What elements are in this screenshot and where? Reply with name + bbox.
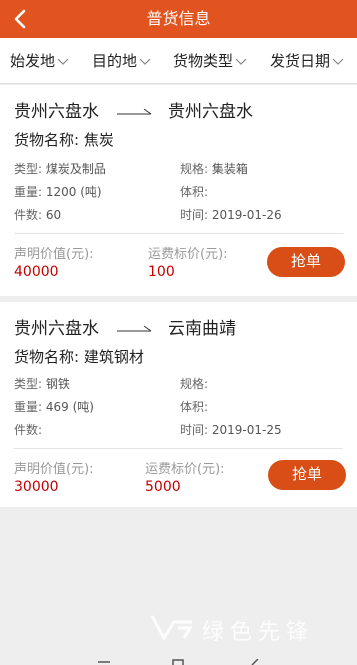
info-count-value: 60 (45, 208, 62, 222)
info-type-value: 钢铁 (45, 377, 70, 391)
grab-order-button[interactable]: 抢单 (268, 460, 346, 490)
info-type: 类型: 煤炭及制品 (14, 160, 106, 177)
info-weight: 重量: 1200 (吨) (14, 183, 102, 200)
system-nav-bar (0, 654, 357, 665)
info-type-value: 煤炭及制品 (45, 162, 106, 176)
menu-icon[interactable] (98, 659, 110, 665)
info-count-label: 件数: (14, 423, 43, 437)
info-time-label: 时间: (180, 208, 212, 222)
declared-value-label: 声明价值(元): (14, 462, 94, 477)
filter-origin[interactable]: 始发地 (10, 38, 69, 84)
watermark-text: 绿色先锋 (202, 620, 315, 645)
freight-price: 100 (148, 264, 175, 280)
grab-order-button[interactable]: 抢单 (267, 247, 345, 277)
goods-name: 货物名称: 建筑钢材 (14, 346, 144, 367)
info-time-value: 2019-01-25 (211, 423, 282, 437)
info-spec-value: 集装箱 (211, 162, 248, 176)
info-spec: 规格: (180, 375, 208, 392)
declared-value: 40000 (14, 264, 59, 280)
info-weight: 重量: 469 (吨) (14, 398, 94, 415)
chevron-down-icon (332, 58, 344, 66)
cargo-card[interactable]: 贵州六盘水 贵州六盘水 货物名称: 焦炭 类型: 煤炭及制品 规格: 集装箱 重… (0, 85, 357, 296)
chevron-down-icon (139, 58, 151, 66)
filter-ship-date-label: 发货日期 (270, 52, 331, 70)
info-time: 时间: 2019-01-26 (180, 206, 282, 223)
route: 贵州六盘水 贵州六盘水 (14, 97, 344, 122)
divider (14, 233, 343, 234)
route-destination: 贵州六盘水 (168, 102, 253, 122)
back-icon[interactable] (250, 659, 260, 665)
filter-destination[interactable]: 目的地 (92, 38, 151, 84)
info-weight-label: 重量: (14, 185, 46, 199)
divider (14, 448, 343, 449)
goods-name: 货物名称: 焦炭 (14, 129, 114, 150)
info-type: 类型: 钢铁 (14, 375, 70, 392)
info-spec-label: 规格: (180, 377, 209, 391)
info-spec-label: 规格: (180, 162, 212, 176)
filter-origin-label: 始发地 (10, 52, 56, 70)
goods-name-value: 焦炭 (83, 131, 114, 149)
chevron-down-icon (57, 58, 69, 66)
info-volume-label: 体积: (180, 185, 209, 199)
info-type-label: 类型: (14, 377, 46, 391)
filter-goods-type-label: 货物类型 (173, 52, 234, 70)
info-time-label: 时间: (180, 423, 212, 437)
route: 贵州六盘水 云南曲靖 (14, 314, 344, 339)
filter-destination-label: 目的地 (92, 52, 138, 70)
home-icon[interactable] (172, 659, 184, 665)
chevron-down-icon (235, 58, 247, 66)
arrow-right-icon (117, 103, 153, 115)
info-weight-value: 469 (吨) (45, 400, 94, 414)
info-volume: 体积: (180, 183, 208, 200)
page-title: 普货信息 (146, 9, 211, 28)
route-origin: 贵州六盘水 (14, 102, 99, 122)
route-destination: 云南曲靖 (168, 319, 236, 339)
cargo-card[interactable]: 贵州六盘水 云南曲靖 货物名称: 建筑钢材 类型: 钢铁 规格: 重量: 469… (0, 302, 357, 507)
info-time-value: 2019-01-26 (211, 208, 282, 222)
info-count: 件数: 60 (14, 206, 61, 223)
goods-name-label: 货物名称: (14, 348, 84, 366)
info-count: 件数: (14, 421, 42, 438)
info-volume: 体积: (180, 398, 208, 415)
filter-goods-type[interactable]: 货物类型 (173, 38, 247, 84)
watermark: 绿色先锋 (150, 612, 350, 646)
watermark-logo-icon (150, 615, 193, 640)
goods-name-label: 货物名称: (14, 131, 84, 149)
freight-price-label: 运费标价(元): (145, 462, 225, 477)
goods-name-value: 建筑钢材 (83, 348, 144, 366)
filter-bar: 始发地 目的地 货物类型 发货日期 (0, 38, 357, 84)
info-weight-label: 重量: (14, 400, 46, 414)
header-bar: 普货信息 (0, 0, 357, 38)
info-spec: 规格: 集装箱 (180, 160, 248, 177)
info-count-label: 件数: (14, 208, 46, 222)
freight-price: 5000 (145, 479, 181, 495)
filter-ship-date[interactable]: 发货日期 (270, 38, 344, 84)
info-weight-value: 1200 (吨) (45, 185, 102, 199)
info-type-label: 类型: (14, 162, 46, 176)
route-origin: 贵州六盘水 (14, 319, 99, 339)
info-time: 时间: 2019-01-25 (180, 421, 282, 438)
freight-price-label: 运费标价(元): (148, 247, 228, 262)
declared-value-label: 声明价值(元): (14, 247, 94, 262)
declared-value: 30000 (14, 479, 59, 495)
arrow-right-icon (117, 320, 153, 332)
info-volume-label: 体积: (180, 400, 209, 414)
